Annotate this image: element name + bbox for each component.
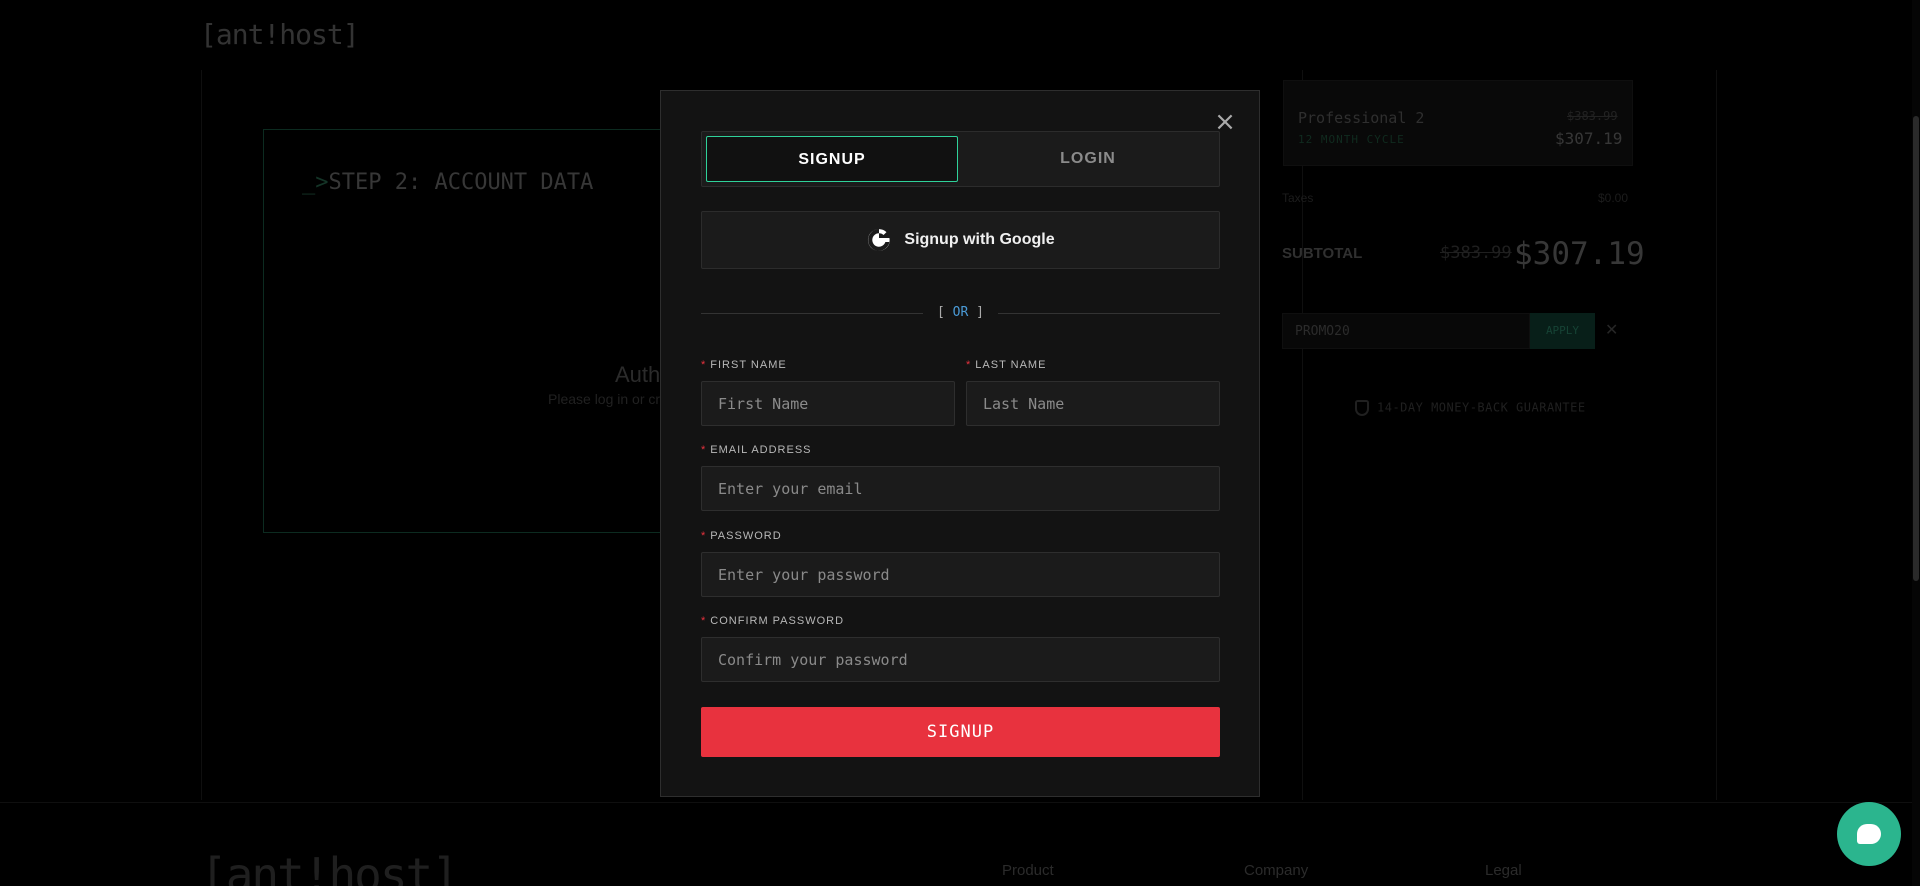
password-label: * PASSWORD	[701, 530, 782, 542]
google-signup-label: Signup with Google	[904, 231, 1055, 248]
signup-submit-button[interactable]: SIGNUP	[701, 707, 1220, 757]
first-name-label: * FIRST NAME	[701, 359, 787, 371]
auth-modal: × SIGNUP LOGIN Signup with Google [ OR ]…	[660, 90, 1260, 797]
or-divider: [ OR ]	[701, 303, 1220, 323]
auth-tabs: SIGNUP LOGIN	[701, 131, 1220, 187]
google-icon	[868, 229, 891, 251]
last-name-field[interactable]	[966, 381, 1220, 426]
email-field[interactable]	[701, 466, 1220, 511]
email-label: * EMAIL ADDRESS	[701, 444, 812, 456]
confirm-password-label: * CONFIRM PASSWORD	[701, 615, 845, 627]
chat-icon	[1857, 824, 1881, 844]
confirm-password-field[interactable]	[701, 637, 1220, 682]
tab-login[interactable]: LOGIN	[962, 136, 1214, 182]
password-field[interactable]	[701, 552, 1220, 597]
or-word: OR	[952, 305, 969, 320]
scrollbar[interactable]	[1912, 0, 1920, 886]
chat-launcher-button[interactable]	[1837, 802, 1901, 866]
first-name-field[interactable]	[701, 381, 955, 426]
scrollbar-thumb[interactable]	[1913, 116, 1919, 581]
divider-line	[998, 313, 1220, 314]
tab-signup[interactable]: SIGNUP	[706, 136, 958, 182]
google-signup-button[interactable]: Signup with Google	[701, 211, 1220, 269]
last-name-label: * LAST NAME	[966, 359, 1047, 371]
